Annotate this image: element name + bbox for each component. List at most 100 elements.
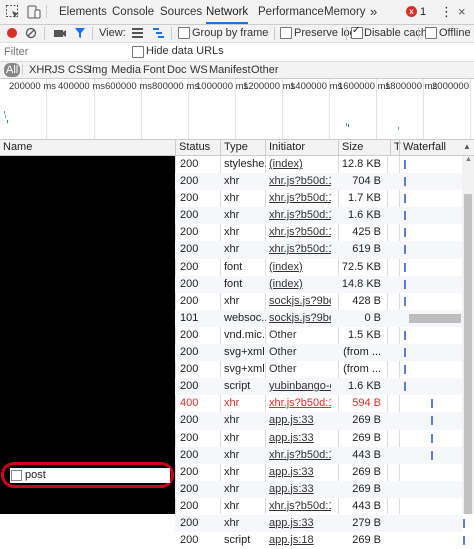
customize-menu-icon[interactable]: ⋮	[440, 0, 453, 24]
type-filter-img[interactable]: Img	[87, 63, 109, 77]
request-size: 443 B	[352, 448, 381, 461]
request-type: xhr	[224, 243, 240, 256]
request-status: 200	[180, 448, 199, 461]
request-row[interactable]: 200 xhr app.js:33 269 B	[175, 464, 465, 481]
request-initiator[interactable]: xhr.js?b50d:178	[269, 241, 331, 258]
request-initiator[interactable]: app.js:33	[269, 412, 331, 429]
request-initiator[interactable]: xhr.js?b50d:178	[269, 447, 331, 464]
error-count[interactable]: 1	[420, 0, 426, 24]
waterfall-overview-icon[interactable]	[152, 27, 165, 39]
request-row[interactable]: 200 xhr xhr.js?b50d:178 1.7 KB	[175, 190, 462, 207]
request-row[interactable]: 200 xhr app.js:33 269 B	[175, 412, 462, 430]
request-size: 619 B	[352, 243, 381, 256]
request-initiator[interactable]: xhr.js?b50d:178	[269, 207, 331, 224]
request-row[interactable]: 101 websoc...sockjs.js?9be2... 0 B	[175, 309, 462, 327]
request-row[interactable]: 200 xhr app.js:33 279 B	[175, 514, 465, 533]
request-row[interactable]: 200 script app.js:18 269 B	[175, 532, 465, 549]
column-name[interactable]: Name	[0, 140, 175, 155]
large-rows-icon[interactable]	[131, 27, 144, 39]
request-row[interactable]: 200 xhr xhr.js?b50d:178 704 B	[175, 173, 462, 191]
preserve-log-checkbox[interactable]	[280, 27, 292, 39]
sort-ascending-icon[interactable]: ▲	[463, 142, 471, 151]
request-row[interactable]: 200 styleshe...(index) 12.8 KB	[175, 156, 462, 173]
request-initiator[interactable]: app.js:18	[269, 532, 331, 549]
request-initiator[interactable]: (index)	[269, 259, 331, 276]
disable-cache-checkbox[interactable]	[351, 25, 363, 39]
tab-performance[interactable]: Performance	[258, 0, 324, 24]
column-initiator[interactable]: Initiator	[265, 140, 339, 155]
capture-screenshots-icon[interactable]	[53, 27, 67, 39]
request-row[interactable]: 200 xhr xhr.js?b50d:178 1.6 KB	[175, 207, 462, 225]
request-initiator[interactable]: app.js:33	[269, 481, 331, 498]
type-filter-font[interactable]: Font	[141, 63, 167, 77]
filter-input[interactable]	[4, 44, 124, 59]
request-status: 200	[180, 499, 199, 512]
request-type: xhr	[224, 448, 240, 461]
type-filter-manifest[interactable]: Manifest	[207, 63, 253, 77]
request-row[interactable]: 200 vnd.mic...Other 1.5 KB	[175, 327, 462, 344]
timeline-tick: 200000 ms	[9, 81, 57, 92]
column-waterfall[interactable]: Waterfall	[399, 140, 463, 155]
request-row[interactable]: 200 font (index) 72.5 KB	[175, 259, 462, 276]
type-filter-doc[interactable]: Doc	[165, 63, 189, 77]
table-scrollbar[interactable]: ▲	[462, 156, 474, 514]
network-overview[interactable]: 200000 ms 400000 ms 600000 ms 800000 ms …	[0, 79, 474, 140]
request-initiator[interactable]: app.js:33	[269, 464, 331, 481]
name-filter-input[interactable]: post	[10, 468, 170, 483]
request-row[interactable]: 200 svg+xml Other (from ...	[175, 361, 462, 378]
request-row[interactable]: 200 xhr xhr.js?b50d:178 443 B	[175, 446, 462, 464]
request-initiator[interactable]: (index)	[269, 156, 331, 173]
type-filter-js[interactable]: JS	[50, 63, 67, 77]
request-row[interactable]: 200 xhr xhr.js?b50d:178 443 B	[175, 498, 465, 515]
column-size[interactable]: Size	[338, 140, 390, 155]
request-initiator[interactable]: app.js:33	[269, 430, 331, 447]
request-initiator[interactable]: sockjs.js?9be2...	[269, 310, 331, 327]
clear-icon[interactable]	[25, 27, 37, 39]
tab-memory[interactable]: Memory	[324, 0, 366, 24]
tab-console[interactable]: Console	[112, 0, 154, 24]
request-initiator[interactable]: xhr.js?b50d:178	[269, 173, 331, 190]
inspect-element-icon[interactable]	[5, 4, 21, 20]
request-size: 1.7 KB	[347, 192, 381, 205]
tab-network[interactable]: Network	[206, 0, 249, 24]
request-initiator[interactable]: sockjs.js?9be2...	[269, 293, 331, 310]
request-row[interactable]: 200 xhr app.js:33 269 B	[175, 480, 465, 498]
request-initiator[interactable]: yubinbango-co...	[269, 378, 331, 395]
filter-icon[interactable]	[74, 27, 86, 39]
type-filter-all[interactable]: All	[4, 63, 21, 77]
close-devtools-icon[interactable]: ×	[458, 0, 466, 24]
request-row[interactable]: 200 xhr xhr.js?b50d:178 619 B	[175, 241, 462, 259]
record-icon[interactable]	[6, 27, 18, 39]
device-toolbar-icon[interactable]	[26, 4, 42, 20]
request-initiator[interactable]: xhr.js?b50d:178	[269, 224, 331, 241]
group-by-frame-checkbox[interactable]	[178, 27, 190, 39]
type-filter-media[interactable]: Media	[109, 63, 143, 77]
tab-elements[interactable]: Elements	[59, 0, 107, 24]
request-row[interactable]: 200 xhr app.js:33 269 B	[175, 430, 462, 447]
request-initiator[interactable]: xhr.js?b50d:178	[269, 190, 331, 207]
request-row[interactable]: 400 xhr xhr.js?b50d:178 594 B	[175, 395, 462, 412]
request-row[interactable]: 200 font (index) 14.8 KB	[175, 275, 462, 293]
name-filter-checkbox[interactable]	[11, 470, 22, 481]
scrollbar-thumb[interactable]	[464, 194, 472, 514]
request-row[interactable]: 200 xhr xhr.js?b50d:178 425 B	[175, 224, 462, 241]
request-initiator[interactable]: app.js:33	[269, 515, 331, 532]
request-type: xhr	[224, 499, 240, 512]
request-row[interactable]: 200 svg+xml Other (from ...	[175, 344, 462, 362]
offline-checkbox[interactable]	[425, 27, 437, 39]
timeline-tick: 600000 ms	[105, 81, 153, 92]
request-row[interactable]: 200 xhr sockjs.js?9be2... 428 B	[175, 293, 462, 310]
scroll-up-icon[interactable]: ▲	[465, 156, 472, 163]
request-initiator[interactable]: (index)	[269, 276, 331, 293]
hide-data-urls-checkbox[interactable]	[132, 46, 144, 58]
error-icon[interactable]: x	[406, 6, 417, 17]
more-tabs-icon[interactable]: »	[370, 0, 377, 23]
waterfall-bar	[404, 262, 406, 272]
request-row[interactable]: 200 script yubinbango-co... 1.6 KB	[175, 378, 462, 396]
column-type[interactable]: Type	[220, 140, 266, 155]
request-initiator[interactable]: xhr.js?b50d:178	[269, 395, 331, 412]
tab-sources[interactable]: Sources	[160, 0, 202, 24]
type-filter-other[interactable]: Other	[249, 63, 281, 77]
request-initiator[interactable]: xhr.js?b50d:178	[269, 498, 331, 515]
column-status[interactable]: Status	[175, 140, 219, 155]
